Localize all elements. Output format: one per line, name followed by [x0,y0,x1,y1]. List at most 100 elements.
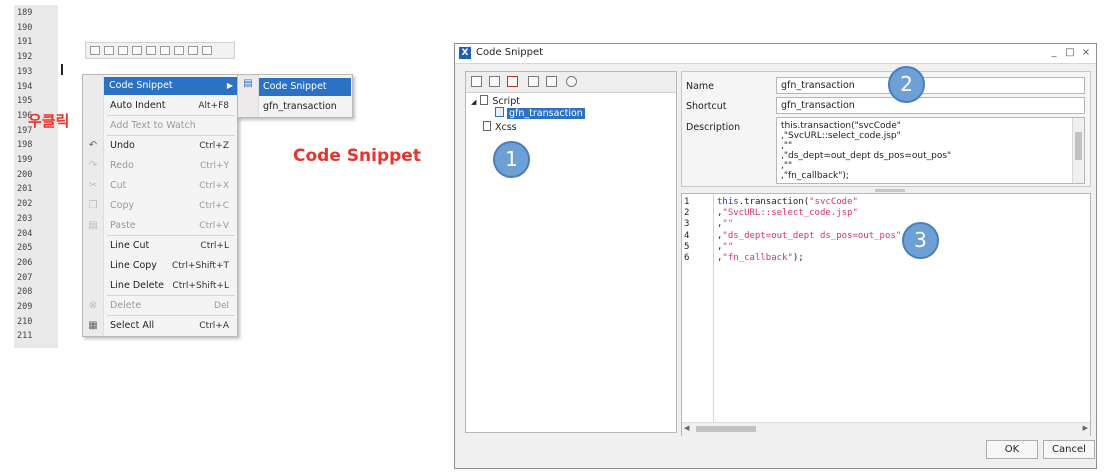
code-editor-pane[interactable]: ◀ ▶ 1 this.transaction("svcCode" 2 ,"SvcURL… [681,193,1091,436]
editor-line-number: 206 [17,257,33,268]
description-line: ,"" [781,161,793,171]
menu-item-icon: ✂ [88,180,98,191]
menu-item-add-text-to-watch[interactable]: Add Text to Watch [105,117,235,135]
tree-node-gfn-transaction[interactable]: gfn_transaction [495,107,585,120]
code-line: this.transaction("svcCode" [717,197,858,207]
snippet-icon [495,107,504,117]
code-token: .transaction( [738,197,810,207]
new-folder-icon[interactable] [471,76,482,87]
editor-line-number: 200 [17,169,33,180]
editor-line-number: 194 [17,81,33,92]
menu-item-icon: ▦ [88,320,98,331]
code-line-number: 2 [684,208,690,219]
description-scroll-thumb[interactable] [1075,132,1082,160]
scroll-left-icon[interactable]: ◀ [684,424,689,432]
snippet-icon: ▤ [243,78,253,89]
menu-item-icon: ↶ [88,140,98,151]
menu-item-select-all[interactable]: Select All Ctrl+A [105,317,235,335]
menu-item-label: Add Text to Watch [110,120,196,131]
export-icon[interactable] [546,76,557,87]
menu-item-label: Auto Indent [110,100,166,111]
line-number-gutter: 189 190 191 192 193 194 195 196 197 198 199 200 201 2… [14,5,58,348]
tree-toolbar [466,72,676,93]
menu-item-delete[interactable]: Delete Del [105,297,235,315]
toolbar-icon-3[interactable] [118,46,128,55]
code-token: "ds_dept=out_dept ds_pos=out_pos" [722,230,902,241]
menu-item-shortcut: Ctrl+Y [199,161,229,171]
toolbar-icon-2[interactable] [104,46,114,55]
menu-item-label: Delete [110,300,142,311]
horizontal-scrollbar[interactable]: ◀ ▶ [682,422,1090,436]
submenu-arrow-icon: ▶ [226,81,233,90]
menu-item-cut[interactable]: Cut Ctrl+X [105,177,235,195]
toolbar-icon-9[interactable] [202,46,212,55]
menu-item-line-delete[interactable]: Line Delete Ctrl+Shift+L [105,277,235,295]
menu-item-label: Redo [110,160,134,171]
toolbar-icon-7[interactable] [174,46,184,55]
tree-node-xcss[interactable]: Xcss [483,121,517,134]
code-line: ,"SvcURL::select_code.jsp" [717,208,858,218]
scroll-right-icon[interactable]: ▶ [1083,424,1088,432]
properties-pane: Name gfn_transaction Shortcut gfn_transa… [681,71,1091,187]
menu-item-undo[interactable]: Undo Ctrl+Z [105,137,235,155]
right-click-annotation: 우클릭 [28,112,70,130]
editor-line-number: 203 [17,213,33,224]
tree-label-xcss: Xcss [495,122,517,133]
toolbar-icon-4[interactable] [132,46,142,55]
submenu-item-gfn-transaction[interactable]: gfn_transaction [259,98,351,116]
name-field[interactable]: gfn_transaction [776,77,1085,94]
editor-line-number: 195 [17,96,33,107]
description-line: ,"fn_callback"); [781,171,849,181]
delete-snippet-icon[interactable] [507,76,518,87]
cancel-button[interactable]: Cancel [1043,440,1095,459]
shortcut-field[interactable]: gfn_transaction [776,97,1085,114]
editor-line-number: 191 [17,37,33,48]
menu-item-auto-indent[interactable]: Auto Indent Alt+F8 [105,97,235,115]
toolbar-icon-6[interactable] [160,46,170,55]
code-token: "fn_callback" [722,253,793,263]
editor-line-number: 210 [17,316,33,327]
menu-item-copy[interactable]: Copy Ctrl+C [105,197,235,215]
pane-splitter[interactable] [875,189,905,192]
code-token: ); [792,253,804,263]
code-line-number: 4 [684,230,690,241]
editor-line-number: 209 [17,302,33,312]
menu-item-label: Line Delete [110,280,165,291]
snippet-tree-pane: ◢ Script gfn_transaction Xcss [465,71,677,433]
import-icon[interactable] [528,76,539,87]
menu-item-icon: ❐ [88,200,98,211]
ok-button[interactable]: OK [986,440,1038,459]
menu-item-paste[interactable]: Paste Ctrl+V [105,217,235,235]
description-scrollbar[interactable] [1072,118,1084,183]
editor-line-number: 201 [17,184,33,195]
menu-item-line-copy[interactable]: Line Copy Ctrl+Shift+T [105,257,235,275]
toolbar-icon-5[interactable] [146,46,156,55]
code-line: ,"fn_callback"); [717,253,804,263]
menu-item-label: Copy [110,200,135,211]
toolbar-icon-1[interactable] [90,46,100,55]
menu-item-label: Line Cut [110,240,150,251]
menu-item-label: Cut [110,180,127,191]
menu-item-redo[interactable]: Redo Ctrl+Y [105,157,235,175]
editor-line-number: 198 [17,140,33,151]
new-snippet-icon[interactable] [489,76,500,87]
minimize-button[interactable]: _ [1047,45,1061,61]
menu-item-shortcut: Ctrl+X [199,181,229,191]
maximize-button[interactable]: □ [1063,45,1077,61]
submenu-item-code-snippet[interactable]: Code Snippet [259,78,351,96]
menu-item-label: Line Copy [110,260,157,271]
settings-gear-icon[interactable] [566,76,577,87]
menu-item-label: Code Snippet [109,80,173,91]
menu-item-code-snippet[interactable]: Code Snippet ▶ [104,77,237,95]
expand-arrow-icon[interactable]: ◢ [471,98,476,106]
menu-item-line-cut[interactable]: Line Cut Ctrl+L [105,237,235,255]
context-menu: Code Snippet ▶ Auto Indent Alt+F8 Add Text t… [82,74,238,337]
code-snippet-dialog: X Code Snippet _ □ × ◢ Script gfn_transac… [454,43,1097,469]
code-line: ,"ds_dept=out_dept ds_pos=out_pos" [717,231,901,241]
description-field[interactable]: this.transaction("svcCode" ,"SvcURL::sel… [776,117,1085,184]
toolbar-icon-8[interactable] [188,46,198,55]
editor-line-number: 207 [17,272,33,283]
close-button[interactable]: × [1079,45,1093,61]
horizontal-scroll-thumb[interactable] [696,426,756,432]
dialog-titlebar[interactable]: X Code Snippet _ □ × [455,44,1096,64]
